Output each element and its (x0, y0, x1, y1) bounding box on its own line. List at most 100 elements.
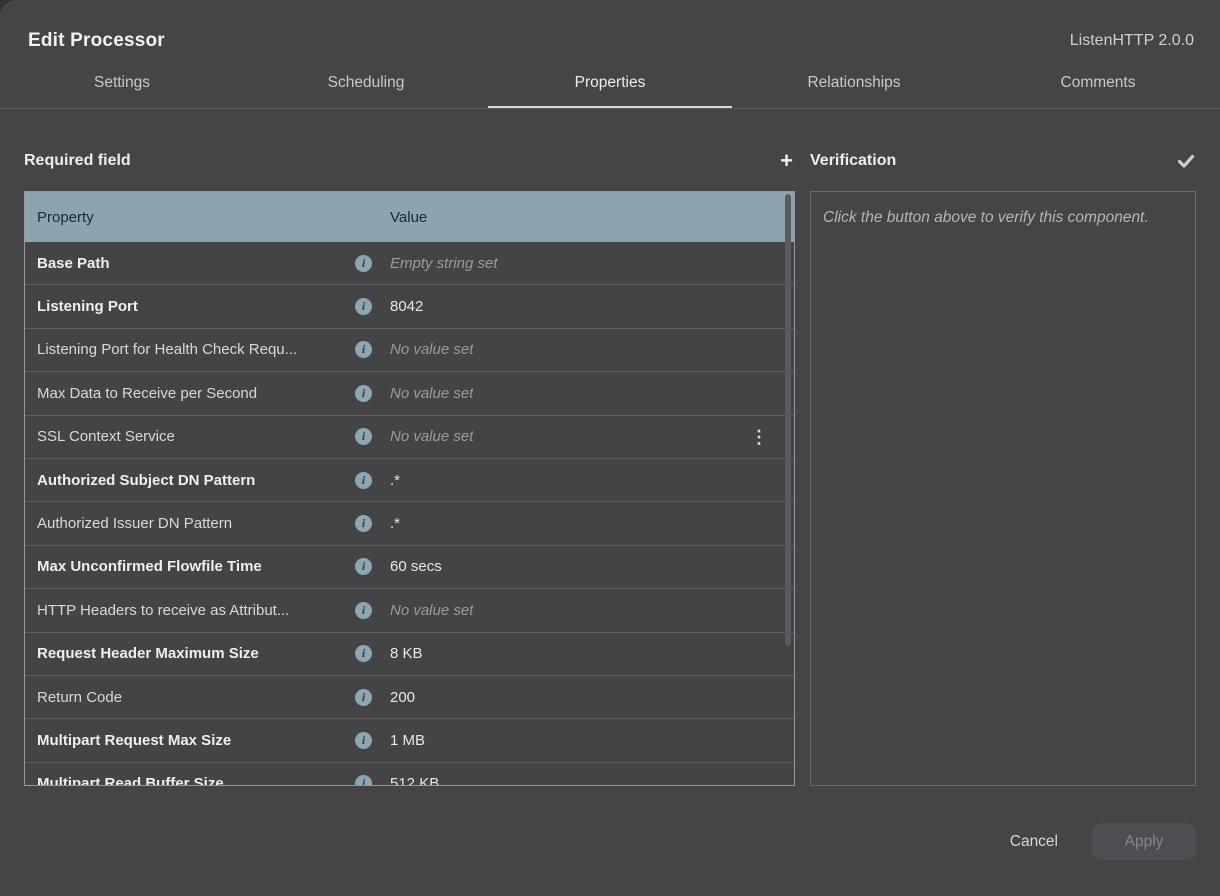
info-icon: i (355, 472, 372, 489)
required-field-label: Required field (24, 152, 131, 170)
property-name: Max Data to Receive per Second (37, 385, 257, 402)
dialog-content: Required field + Property Value Base Pat… (0, 109, 1220, 795)
property-value-cell[interactable]: .* ⋮ (378, 515, 794, 532)
property-value: No value set (390, 341, 473, 358)
info-icon: i (355, 515, 372, 532)
property-value-cell[interactable]: Empty string set ⋮ (378, 255, 794, 272)
table-row[interactable]: Max Data to Receive per Second i No valu… (25, 372, 794, 415)
tab-label: Settings (94, 74, 150, 91)
property-cell: HTTP Headers to receive as Attribut... i (25, 602, 378, 619)
info-icon: i (355, 428, 372, 445)
property-cell: Max Unconfirmed Flowfile Time i (25, 558, 378, 575)
table-row[interactable]: Authorized Issuer DN Pattern i .* ⋮ (25, 502, 794, 545)
property-value: Empty string set (390, 255, 498, 272)
info-icon: i (355, 689, 372, 706)
tab-label: Scheduling (328, 74, 405, 91)
property-cell: Request Header Maximum Size i (25, 645, 378, 662)
property-value-cell[interactable]: No value set ⋮ (378, 385, 794, 402)
table-row[interactable]: Return Code i 200 ⋮ (25, 676, 794, 719)
info-icon: i (355, 645, 372, 662)
property-value: No value set (390, 602, 473, 619)
info-icon: i (355, 732, 372, 749)
table-header-row: Property Value (25, 192, 794, 242)
property-value: 1 MB (390, 732, 425, 749)
properties-panel-header: Required field + (24, 146, 795, 176)
tab-label: Relationships (807, 74, 900, 91)
property-value: .* (390, 515, 400, 532)
property-cell: Multipart Read Buffer Size i (25, 775, 378, 786)
processor-type-version: ListenHTTP 2.0.0 (1070, 32, 1194, 50)
property-value: 200 (390, 689, 415, 706)
table-row[interactable]: SSL Context Service i No value set ⋮ (25, 416, 794, 459)
add-property-icon[interactable]: + (778, 151, 795, 171)
property-name: HTTP Headers to receive as Attribut... (37, 602, 289, 619)
property-value-cell[interactable]: 1 MB ⋮ (378, 732, 794, 749)
property-value-cell[interactable]: No value set ⋮ (378, 341, 794, 358)
apply-button[interactable]: Apply (1092, 823, 1196, 860)
property-value: 512 KB (390, 775, 439, 786)
tab-scheduling[interactable]: Scheduling (244, 62, 488, 108)
property-cell: Max Data to Receive per Second i (25, 385, 378, 402)
property-name: Base Path (37, 255, 110, 272)
property-cell: Authorized Issuer DN Pattern i (25, 515, 378, 532)
property-value-cell[interactable]: 200 ⋮ (378, 689, 794, 706)
properties-table: Property Value Base Path i Empty string … (24, 191, 795, 786)
tab-settings[interactable]: Settings (0, 62, 244, 108)
table-row[interactable]: Base Path i Empty string set ⋮ (25, 242, 794, 285)
property-value-cell[interactable]: .* ⋮ (378, 472, 794, 489)
property-name: SSL Context Service (37, 428, 175, 445)
dialog-footer: Cancel Apply (0, 795, 1220, 896)
table-body: Base Path i Empty string set ⋮ Listening… (25, 242, 794, 786)
property-name: Multipart Read Buffer Size (37, 775, 224, 786)
tab-properties[interactable]: Properties (488, 62, 732, 108)
property-cell: Listening Port i (25, 298, 378, 315)
property-name: Max Unconfirmed Flowfile Time (37, 558, 262, 575)
cancel-button[interactable]: Cancel (1000, 825, 1068, 859)
property-value: 8042 (390, 298, 423, 315)
tab-relationships[interactable]: Relationships (732, 62, 976, 108)
tab-bar: Settings Scheduling Properties Relations… (0, 62, 1220, 109)
verification-label: Verification (810, 152, 896, 170)
properties-column: Required field + Property Value Base Pat… (24, 109, 795, 795)
property-value: No value set (390, 385, 473, 402)
info-icon: i (355, 341, 372, 358)
table-row[interactable]: Authorized Subject DN Pattern i .* ⋮ (25, 459, 794, 502)
property-value: No value set (390, 428, 473, 445)
property-name: Return Code (37, 689, 122, 706)
table-row[interactable]: Max Unconfirmed Flowfile Time i 60 secs … (25, 546, 794, 589)
property-value-cell[interactable]: No value set ⋮ (378, 428, 794, 445)
property-value-cell[interactable]: 512 KB ⋮ (378, 775, 794, 786)
property-name: Authorized Subject DN Pattern (37, 472, 255, 489)
property-value-cell[interactable]: 8042 ⋮ (378, 298, 794, 315)
table-row[interactable]: Multipart Request Max Size i 1 MB ⋮ (25, 719, 794, 762)
property-cell: SSL Context Service i (25, 428, 378, 445)
info-icon: i (355, 255, 372, 272)
property-cell: Base Path i (25, 255, 378, 272)
property-value-cell[interactable]: No value set ⋮ (378, 602, 794, 619)
property-name: Authorized Issuer DN Pattern (37, 515, 232, 532)
tab-comments[interactable]: Comments (976, 62, 1220, 108)
info-icon: i (355, 385, 372, 402)
property-name: Listening Port (37, 298, 138, 315)
property-cell: Authorized Subject DN Pattern i (25, 472, 378, 489)
table-row[interactable]: Listening Port i 8042 ⋮ (25, 285, 794, 328)
property-value: .* (390, 472, 400, 489)
verify-check-icon[interactable] (1176, 151, 1196, 171)
table-row[interactable]: Multipart Read Buffer Size i 512 KB ⋮ (25, 763, 794, 786)
property-cell: Multipart Request Max Size i (25, 732, 378, 749)
table-row[interactable]: HTTP Headers to receive as Attribut... i… (25, 589, 794, 632)
column-header-value: Value (378, 209, 794, 226)
property-value-cell[interactable]: 8 KB ⋮ (378, 645, 794, 662)
property-name: Listening Port for Health Check Requ... (37, 341, 297, 358)
property-value-cell[interactable]: 60 secs ⋮ (378, 558, 794, 575)
property-value: 8 KB (390, 645, 423, 662)
kebab-menu-icon[interactable]: ⋮ (750, 429, 768, 445)
property-cell: Listening Port for Health Check Requ... … (25, 341, 378, 358)
table-row[interactable]: Listening Port for Health Check Requ... … (25, 329, 794, 372)
info-icon: i (355, 775, 372, 786)
table-scrollbar-thumb[interactable] (785, 194, 791, 646)
table-row[interactable]: Request Header Maximum Size i 8 KB ⋮ (25, 633, 794, 676)
property-cell: Return Code i (25, 689, 378, 706)
property-value: 60 secs (390, 558, 442, 575)
verification-message: Click the button above to verify this co… (823, 206, 1183, 230)
